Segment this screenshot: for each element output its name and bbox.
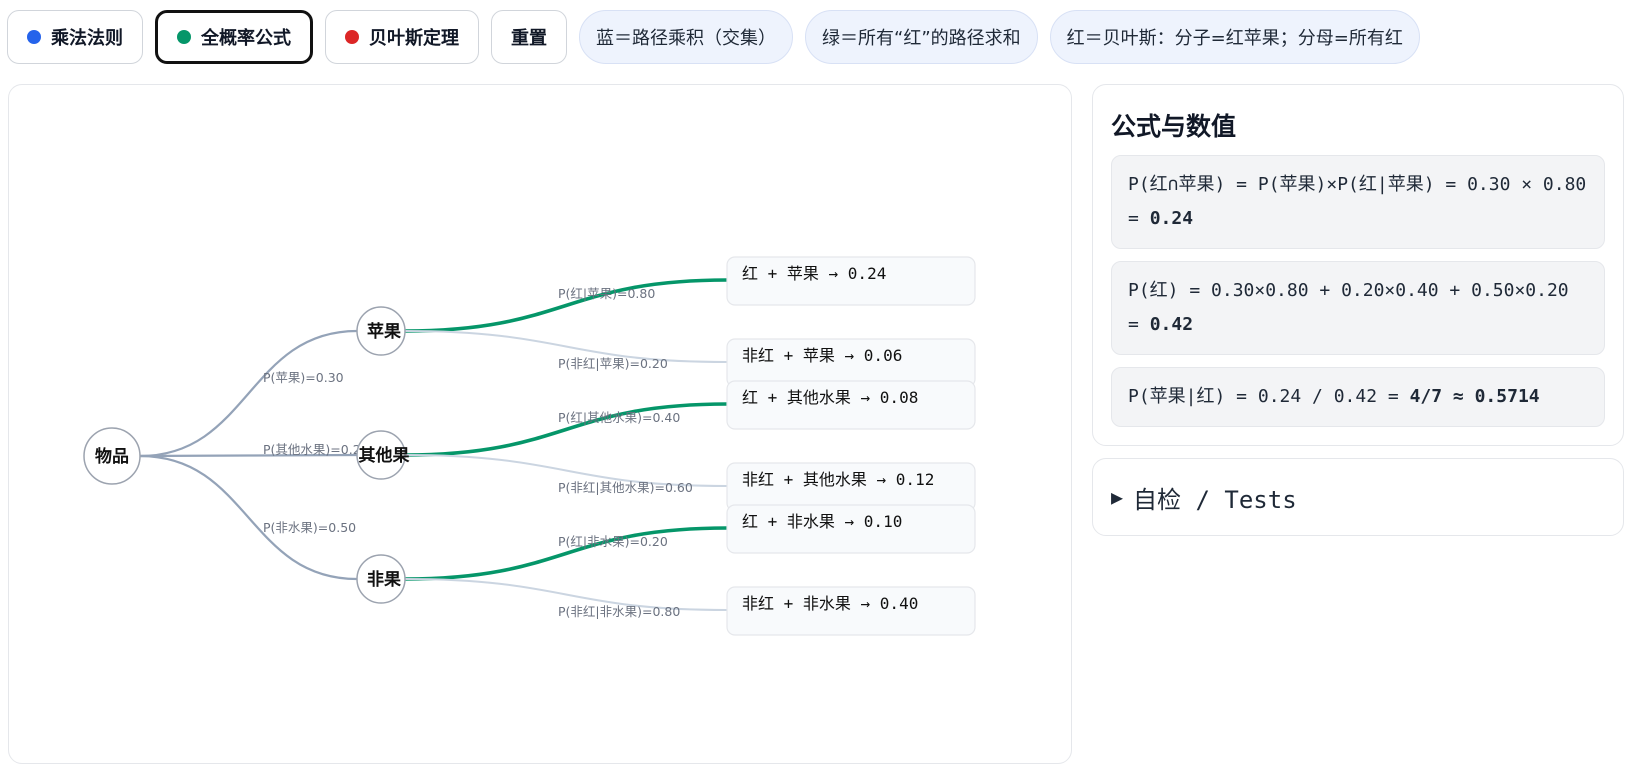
legend-pill-red: 红＝贝叶斯：分子=红苹果；分母=所有红 <box>1049 10 1420 64</box>
edge-probability-label: P(其他水果)=0.20 <box>263 442 369 457</box>
blue-dot-icon <box>27 30 41 44</box>
probability-tree-panel: P(苹果)=0.30 P(其他水果)=0.20 P(非水果)=0.50 P(红|苹果)… <box>8 84 1072 764</box>
legend-pill-blue: 蓝＝路径乘积（交集） <box>579 10 793 64</box>
branch-edge <box>139 329 358 458</box>
edge-probability-label: P(苹果)=0.30 <box>263 370 344 385</box>
formula-bayes: P(苹果|红) = 0.24 / 0.42 = 4/7 ≈ 0.5714 <box>1111 367 1605 427</box>
formulas-title: 公式与数值 <box>1111 112 1237 141</box>
edge-probability-label: P(非水果)=0.50 <box>263 520 356 535</box>
tests-label: 自检 / Tests <box>1133 485 1297 514</box>
outcome-leaf-label: 非红 + 非水果 → 0.40 <box>742 594 918 613</box>
legend-pill-green: 绿＝所有“红”的路径求和 <box>805 10 1038 64</box>
side-panel: 公式与数值 P(红∩苹果) = P(苹果)×P(红|苹果) = 0.30 × 0… <box>1092 84 1624 536</box>
edge-probability-label: P(红|苹果)=0.80 <box>558 286 655 301</box>
outcome-leaf-label: 红 + 非水果 → 0.10 <box>742 512 902 531</box>
edge-probability-label: P(非红|苹果)=0.20 <box>558 356 668 371</box>
edge-probability-label: P(非红|非水果)=0.80 <box>558 604 680 619</box>
multiplication-rule-button[interactable]: 乘法法则 <box>7 10 143 64</box>
green-dot-icon <box>177 30 191 44</box>
outcome-leaf-label: 红 + 其他水果 → 0.08 <box>742 388 918 407</box>
formula-intersection: P(红∩苹果) = P(苹果)×P(红|苹果) = 0.30 × 0.80 = … <box>1111 155 1605 249</box>
branch-edge <box>139 454 358 581</box>
formula-total-probability: P(红) = 0.30×0.80 + 0.20×0.40 + 0.50×0.20… <box>1111 261 1605 355</box>
category-node-label: 非果 <box>367 569 401 590</box>
red-dot-icon <box>345 30 359 44</box>
outcome-leaf-label: 红 + 苹果 → 0.24 <box>742 264 886 283</box>
bayes-theorem-button[interactable]: 贝叶斯定理 <box>325 10 479 64</box>
probability-tree: P(苹果)=0.30 P(其他水果)=0.20 P(非水果)=0.50 P(红|苹果)… <box>83 256 976 636</box>
tests-toggle[interactable]: ▶ 自检 / Tests <box>1092 458 1624 536</box>
category-node-label: 苹果 <box>367 321 401 342</box>
root-node-label: 物品 <box>95 446 129 467</box>
toolbar: 乘法法则 全概率公式 贝叶斯定理 重置 蓝＝路径乘积（交集） 绿＝所有“红”的路… <box>7 8 1420 66</box>
edge-probability-label: P(红|其他水果)=0.40 <box>558 410 680 425</box>
outcome-leaf-label: 非红 + 其他水果 → 0.12 <box>742 470 934 489</box>
category-node-label: 其他果 <box>359 445 410 466</box>
reset-button[interactable]: 重置 <box>491 10 567 64</box>
edge-probability-label: P(红|非水果)=0.20 <box>558 534 668 549</box>
edge-probability-label: P(非红|其他水果)=0.60 <box>558 480 693 495</box>
outcome-leaf-label: 非红 + 苹果 → 0.06 <box>742 346 902 365</box>
triangle-right-icon: ▶ <box>1111 485 1124 509</box>
total-probability-button[interactable]: 全概率公式 <box>155 10 313 64</box>
formulas-card: 公式与数值 P(红∩苹果) = P(苹果)×P(红|苹果) = 0.30 × 0… <box>1092 84 1624 446</box>
